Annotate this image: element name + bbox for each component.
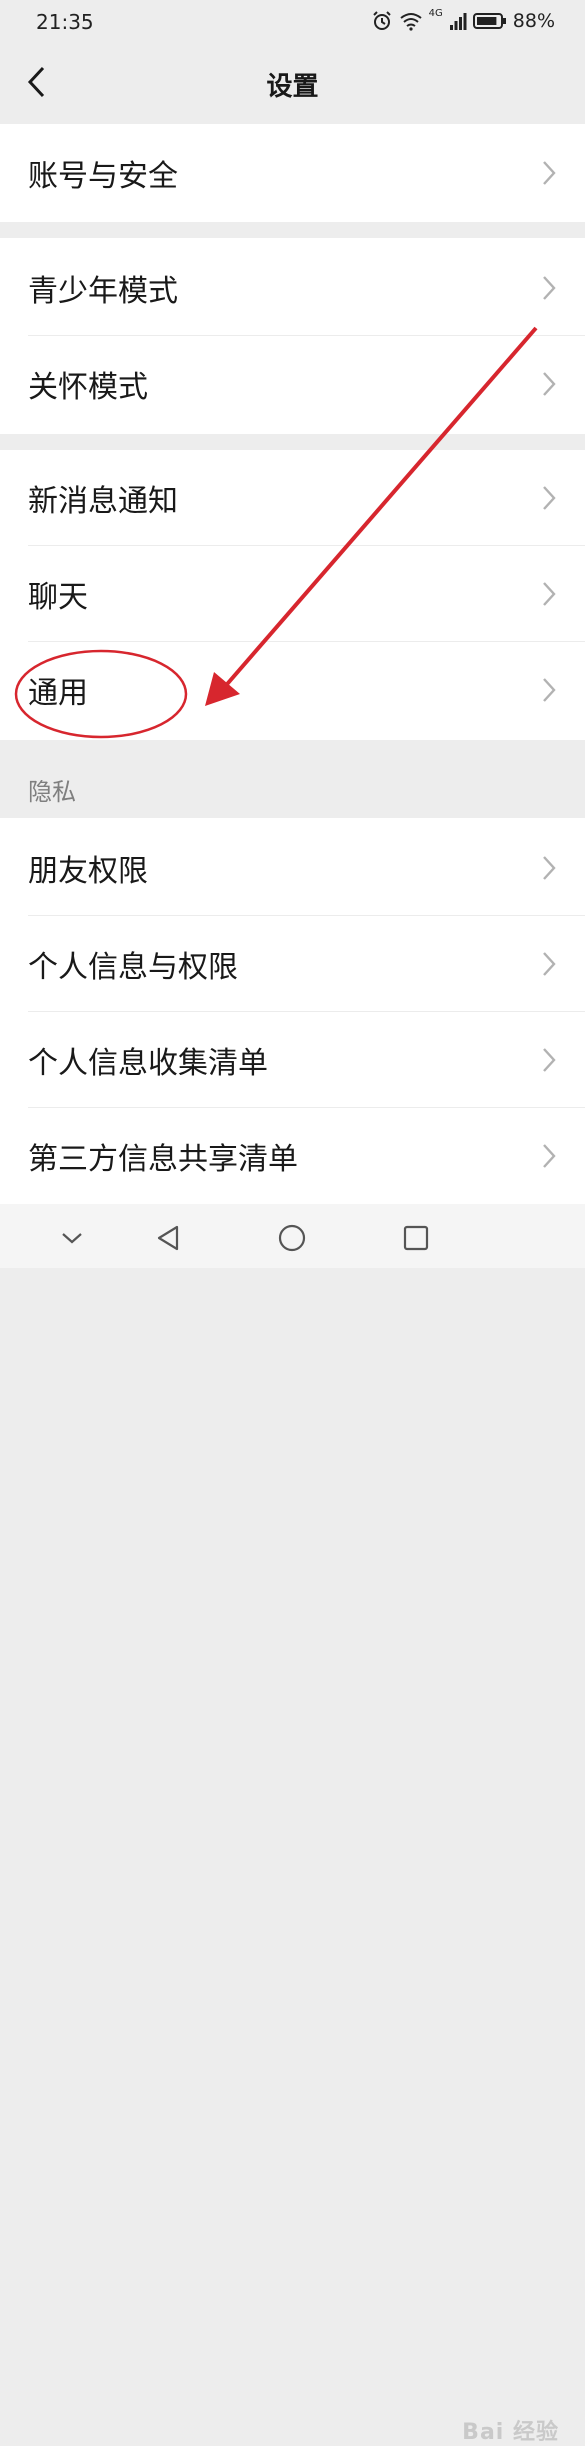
settings-item-label: 通用 bbox=[28, 676, 88, 711]
settings-item-personal-info-permissions[interactable]: 个人信息与权限 bbox=[0, 916, 585, 1012]
section-header-label: 隐私 bbox=[28, 778, 76, 806]
system-nav-bar: Bai 经验 bbox=[0, 1204, 585, 2445]
settings-item-friend-permissions[interactable]: 朋友权限 bbox=[0, 820, 585, 916]
settings-group-privacy: 朋友权限 个人信息与权限 个人信息收集清单 第三方信息共享清单 bbox=[0, 818, 585, 1204]
chevron-right-icon bbox=[543, 1048, 556, 1072]
chevron-right-icon bbox=[543, 276, 556, 300]
settings-item-label: 青少年模式 bbox=[28, 274, 178, 309]
network-type: 4G bbox=[428, 8, 443, 19]
settings-item-general[interactable]: 通用 bbox=[0, 642, 585, 738]
chevron-right-icon bbox=[543, 952, 556, 976]
wifi-icon bbox=[399, 11, 423, 31]
chevron-down-icon bbox=[62, 1233, 82, 1244]
status-bar: 21:35 4G 88% bbox=[0, 0, 585, 44]
settings-item-label: 关怀模式 bbox=[28, 370, 148, 405]
settings-item-label: 朋友权限 bbox=[28, 854, 148, 889]
settings-item-third-party-sharing[interactable]: 第三方信息共享清单 bbox=[0, 1108, 585, 1204]
chevron-right-icon bbox=[543, 1144, 556, 1168]
chevron-right-icon bbox=[543, 856, 556, 880]
settings-item-label: 个人信息收集清单 bbox=[28, 1046, 268, 1081]
settings-group-modes: 青少年模式 关怀模式 bbox=[0, 238, 585, 434]
settings-item-label: 账号与安全 bbox=[28, 159, 178, 194]
page-title: 设置 bbox=[266, 72, 319, 102]
settings-item-personal-info-collection[interactable]: 个人信息收集清单 bbox=[0, 1012, 585, 1108]
home-circle-icon bbox=[278, 1224, 306, 1252]
settings-item-chat[interactable]: 聊天 bbox=[0, 546, 585, 642]
status-icons: 4G 88% bbox=[371, 8, 555, 34]
recents-square-icon bbox=[403, 1225, 429, 1251]
chevron-right-icon bbox=[543, 161, 556, 185]
chevron-right-icon bbox=[543, 372, 556, 396]
baidu-watermark: Bai 经验 bbox=[462, 2420, 559, 2445]
section-header-privacy: 隐私 bbox=[0, 740, 585, 818]
settings-item-label: 个人信息与权限 bbox=[28, 950, 238, 985]
system-back-button[interactable] bbox=[148, 1218, 188, 1258]
settings-item-label: 新消息通知 bbox=[28, 484, 178, 519]
chevron-right-icon bbox=[543, 486, 556, 510]
chevron-right-icon bbox=[543, 678, 556, 702]
signal-icon bbox=[449, 12, 467, 30]
system-recents-button[interactable] bbox=[396, 1218, 436, 1258]
battery-icon bbox=[472, 12, 507, 30]
nav-bar: 设置 bbox=[0, 44, 585, 124]
settings-item-account-security[interactable]: 账号与安全 bbox=[0, 125, 585, 221]
system-home-button[interactable] bbox=[272, 1218, 312, 1258]
chevron-right-icon bbox=[543, 582, 556, 606]
settings-group-general: 新消息通知 聊天 通用 bbox=[0, 450, 585, 740]
back-triangle-icon bbox=[157, 1225, 179, 1251]
battery-percent: 88% bbox=[512, 10, 555, 32]
hide-nav-button[interactable] bbox=[52, 1218, 92, 1258]
settings-item-label: 第三方信息共享清单 bbox=[28, 1142, 298, 1177]
settings-group-account: 账号与安全 bbox=[0, 124, 585, 222]
settings-item-label: 聊天 bbox=[28, 580, 88, 615]
settings-item-new-message-notification[interactable]: 新消息通知 bbox=[0, 450, 585, 546]
status-time: 21:35 bbox=[36, 10, 94, 34]
settings-item-care-mode[interactable]: 关怀模式 bbox=[0, 336, 585, 432]
alarm-icon bbox=[371, 10, 393, 32]
settings-item-teen-mode[interactable]: 青少年模式 bbox=[0, 240, 585, 336]
